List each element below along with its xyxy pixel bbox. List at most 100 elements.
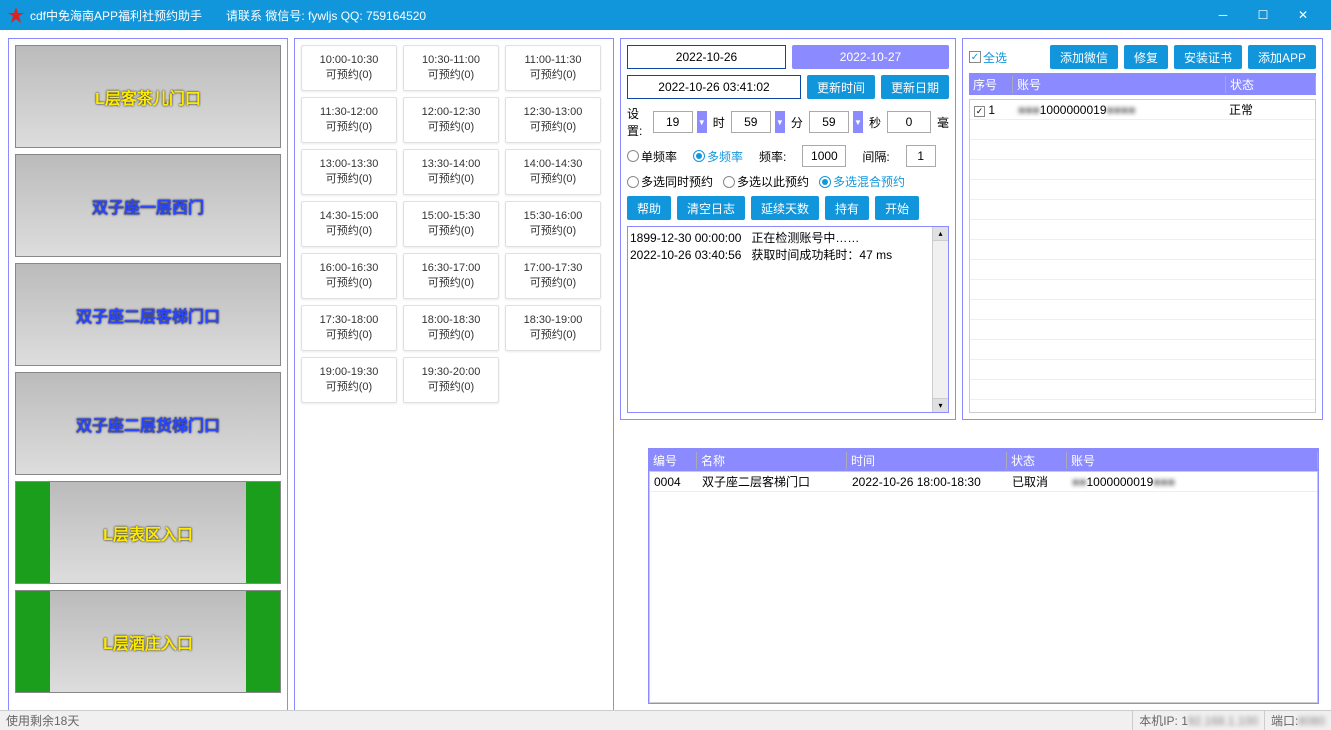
scroll-down-icon[interactable]: ▾ bbox=[933, 398, 948, 412]
add-app-button[interactable]: 添加APP bbox=[1248, 45, 1316, 69]
timeslot[interactable]: 14:00-14:30可预约(0) bbox=[505, 149, 601, 195]
add-wechat-button[interactable]: 添加微信 bbox=[1050, 45, 1118, 69]
timeslot[interactable]: 16:00-16:30可预约(0) bbox=[301, 253, 397, 299]
reservations-body[interactable]: 0004双子座二层客梯门口2022-10-26 18:00-18:30已取消■■… bbox=[649, 471, 1318, 703]
start-button[interactable]: 开始 bbox=[875, 196, 919, 220]
mode-simul-radio[interactable]: 多选同时预约 bbox=[627, 173, 713, 190]
second-select[interactable] bbox=[809, 111, 849, 133]
slot-status: 可预约(0) bbox=[326, 378, 372, 394]
repair-button[interactable]: 修复 bbox=[1124, 45, 1168, 69]
titlebar: cdf中免海南APP福利社预约助手 请联系 微信号: fywljs QQ: 75… bbox=[0, 0, 1331, 30]
table-row bbox=[970, 240, 1315, 260]
minimize-button[interactable]: ─ bbox=[1203, 0, 1243, 30]
table-row bbox=[970, 380, 1315, 400]
mode-seq-radio[interactable]: 多选以此预约 bbox=[723, 173, 809, 190]
timeslot[interactable]: 19:00-19:30可预约(0) bbox=[301, 357, 397, 403]
scroll-up-icon[interactable]: ▴ bbox=[933, 227, 948, 241]
freq-multi-radio[interactable]: 多频率 bbox=[693, 148, 743, 165]
minute-select[interactable] bbox=[731, 111, 771, 133]
mode-mix-radio[interactable]: 多选混合预约 bbox=[819, 173, 905, 190]
location-label: 双子座二层货梯门口 bbox=[76, 412, 220, 436]
install-cert-button[interactable]: 安装证书 bbox=[1174, 45, 1242, 69]
slot-status: 可预约(0) bbox=[530, 326, 576, 342]
location-item[interactable]: 双子座一层西门 bbox=[15, 154, 281, 257]
chevron-down-icon[interactable]: ▼ bbox=[853, 111, 863, 133]
update-date-button[interactable]: 更新日期 bbox=[881, 75, 949, 99]
date-current[interactable]: 2022-10-26 bbox=[627, 45, 786, 69]
ms-input[interactable] bbox=[887, 111, 931, 133]
table-row bbox=[970, 160, 1315, 180]
accounts-header: 序号 账号 状态 bbox=[969, 73, 1316, 95]
timeslot[interactable]: 11:30-12:00可预约(0) bbox=[301, 97, 397, 143]
slot-time: 14:30-15:00 bbox=[320, 210, 379, 222]
app-title: cdf中免海南APP福利社预约助手 bbox=[30, 7, 202, 24]
table-row bbox=[970, 220, 1315, 240]
slot-status: 可预约(0) bbox=[530, 222, 576, 238]
timeslot[interactable]: 17:00-17:30可预约(0) bbox=[505, 253, 601, 299]
timeslot[interactable]: 14:30-15:00可预约(0) bbox=[301, 201, 397, 247]
reservations-panel: 编号 名称 时间 状态 账号 0004双子座二层客梯门口2022-10-26 1… bbox=[648, 448, 1319, 704]
table-row bbox=[970, 340, 1315, 360]
location-label: 双子座一层西门 bbox=[92, 194, 204, 218]
table-row bbox=[970, 300, 1315, 320]
slot-status: 可预约(0) bbox=[326, 222, 372, 238]
freq-single-radio[interactable]: 单频率 bbox=[627, 148, 677, 165]
ip-label: 本机IP: 1 bbox=[1139, 712, 1188, 729]
scrollbar[interactable]: ▴▾ bbox=[932, 227, 948, 412]
second-label: 秒 bbox=[869, 114, 881, 131]
location-item[interactable]: L层表区入口 bbox=[15, 481, 281, 584]
timeslot[interactable]: 17:30-18:00可预约(0) bbox=[301, 305, 397, 351]
chevron-down-icon[interactable]: ▼ bbox=[697, 111, 707, 133]
timeslot[interactable]: 13:30-14:00可预约(0) bbox=[403, 149, 499, 195]
interval-input[interactable] bbox=[906, 145, 936, 167]
timeslot[interactable]: 10:00-10:30可预约(0) bbox=[301, 45, 397, 91]
location-item[interactable]: 双子座二层客梯门口 bbox=[15, 263, 281, 366]
table-row[interactable]: ✓ 1■■■1000000019■■■■正常 bbox=[970, 100, 1315, 120]
timeslot[interactable]: 19:30-20:00可预约(0) bbox=[403, 357, 499, 403]
table-row bbox=[970, 360, 1315, 380]
accounts-body[interactable]: ✓ 1■■■1000000019■■■■正常 bbox=[969, 99, 1316, 413]
table-row[interactable]: 0004双子座二层客梯门口2022-10-26 18:00-18:30已取消■■… bbox=[650, 472, 1317, 492]
close-button[interactable]: ✕ bbox=[1283, 0, 1323, 30]
timeslot[interactable]: 18:30-19:00可预约(0) bbox=[505, 305, 601, 351]
slot-status: 可预约(0) bbox=[530, 274, 576, 290]
location-item[interactable]: L层客茶儿门口 bbox=[15, 45, 281, 148]
timeslot[interactable]: 15:00-15:30可预约(0) bbox=[403, 201, 499, 247]
slot-time: 16:00-16:30 bbox=[320, 262, 379, 274]
timeslot[interactable]: 11:00-11:30可预约(0) bbox=[505, 45, 601, 91]
slot-time: 13:00-13:30 bbox=[320, 158, 379, 170]
hour-select[interactable] bbox=[653, 111, 693, 133]
timeslot[interactable]: 13:00-13:30可预约(0) bbox=[301, 149, 397, 195]
chevron-down-icon[interactable]: ▼ bbox=[775, 111, 785, 133]
timeslot[interactable]: 15:30-16:00可预约(0) bbox=[505, 201, 601, 247]
select-all-checkbox[interactable]: ✓全选 bbox=[969, 49, 1007, 66]
slot-status: 可预约(0) bbox=[326, 274, 372, 290]
timeslot[interactable]: 18:00-18:30可预约(0) bbox=[403, 305, 499, 351]
slot-time: 16:30-17:00 bbox=[422, 262, 481, 274]
clear-log-button[interactable]: 清空日志 bbox=[677, 196, 745, 220]
location-item[interactable]: L层酒庄入口 bbox=[15, 590, 281, 693]
datetime-display: 2022-10-26 03:41:02 bbox=[627, 75, 801, 99]
set-label: 设置: bbox=[627, 105, 647, 139]
timeslot[interactable]: 10:30-11:00可预约(0) bbox=[403, 45, 499, 91]
maximize-button[interactable]: ☐ bbox=[1243, 0, 1283, 30]
help-button[interactable]: 帮助 bbox=[627, 196, 671, 220]
slot-time: 19:00-19:30 bbox=[320, 366, 379, 378]
location-item[interactable]: 双子座二层货梯门口 bbox=[15, 372, 281, 475]
update-time-button[interactable]: 更新时间 bbox=[807, 75, 875, 99]
timeslot[interactable]: 16:30-17:00可预约(0) bbox=[403, 253, 499, 299]
extend-days-button[interactable]: 延续天数 bbox=[751, 196, 819, 220]
slot-time: 17:00-17:30 bbox=[524, 262, 583, 274]
table-row bbox=[970, 180, 1315, 200]
hold-button[interactable]: 持有 bbox=[825, 196, 869, 220]
table-row bbox=[970, 200, 1315, 220]
freq-input[interactable] bbox=[802, 145, 846, 167]
slot-status: 可预约(0) bbox=[428, 274, 474, 290]
slot-time: 15:00-15:30 bbox=[422, 210, 481, 222]
slot-time: 12:00-12:30 bbox=[422, 106, 481, 118]
timeslot[interactable]: 12:30-13:00可预约(0) bbox=[505, 97, 601, 143]
slot-time: 10:00-10:30 bbox=[320, 54, 379, 66]
date-next-button[interactable]: 2022-10-27 bbox=[792, 45, 949, 69]
location-label: 双子座二层客梯门口 bbox=[76, 303, 220, 327]
timeslot[interactable]: 12:00-12:30可预约(0) bbox=[403, 97, 499, 143]
